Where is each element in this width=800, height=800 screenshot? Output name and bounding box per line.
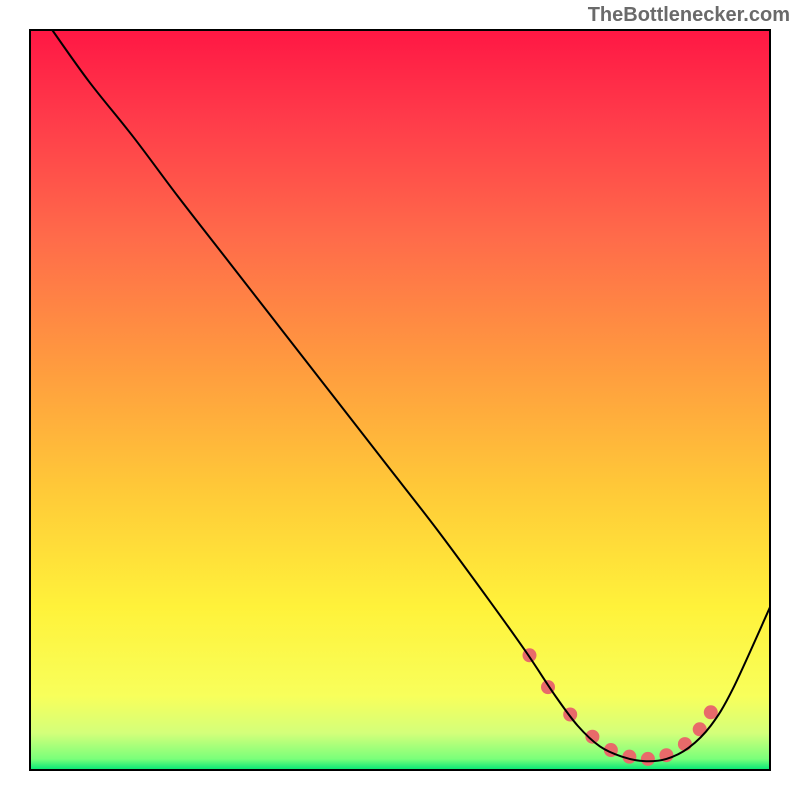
highlight-dot xyxy=(678,737,692,751)
highlight-dot xyxy=(641,752,655,766)
watermark-text: TheBottlenecker.com xyxy=(588,4,790,27)
chart-svg xyxy=(0,0,800,800)
plot-background xyxy=(30,30,770,770)
chart-container xyxy=(0,0,800,800)
